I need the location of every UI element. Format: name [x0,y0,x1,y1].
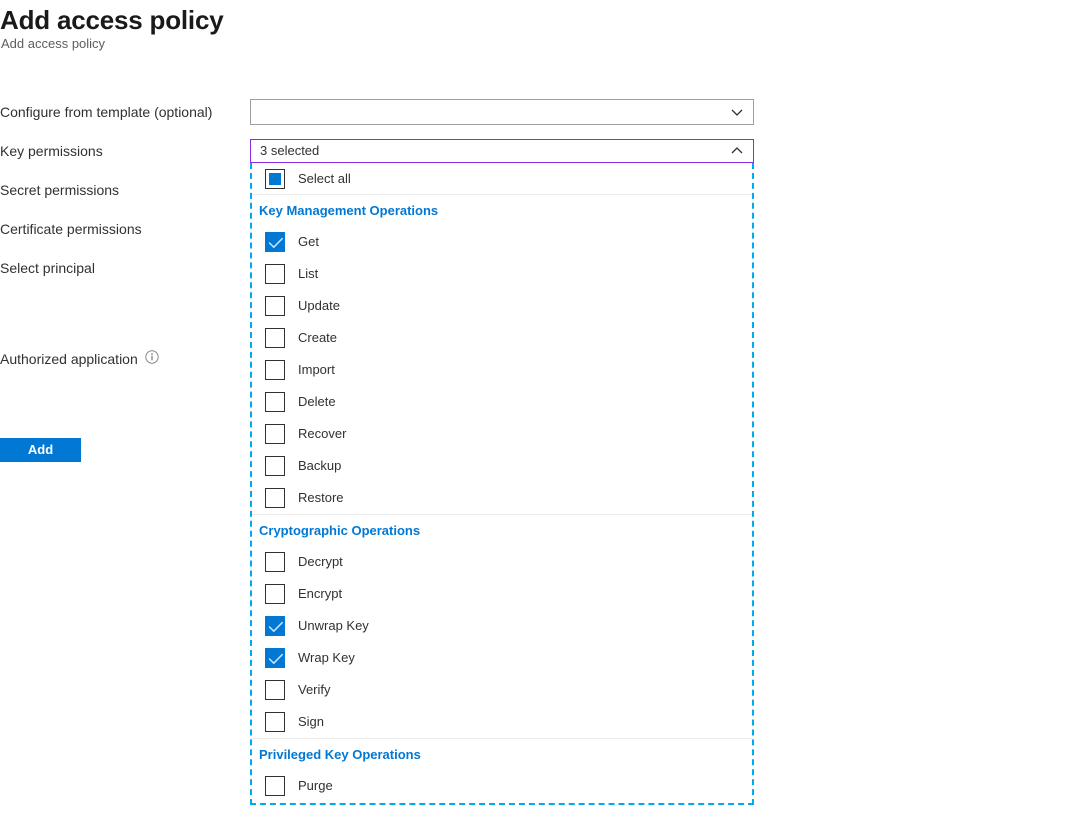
option-row[interactable]: Encrypt [252,578,752,610]
label-select-principal: Select principal [0,258,95,278]
option-label: Purge [298,778,333,794]
page-subtitle: Add access policy [1,36,105,52]
option-row[interactable]: Verify [252,674,752,706]
checkbox-checked-icon[interactable] [265,648,285,668]
option-label: Recover [298,426,346,442]
add-button[interactable]: Add [0,438,81,462]
option-label: Sign [298,714,324,730]
option-row[interactable]: Import [252,354,752,386]
option-row[interactable]: Update [252,290,752,322]
option-label: Decrypt [298,554,343,570]
checkbox-unchecked-icon[interactable] [265,488,285,508]
option-row[interactable]: Backup [252,450,752,482]
checkbox-unchecked-icon[interactable] [265,328,285,348]
option-row[interactable]: Decrypt [252,546,752,578]
option-row[interactable]: Recover [252,418,752,450]
label-secret-permissions: Secret permissions [0,180,119,200]
page-title: Add access policy [0,4,223,36]
option-row[interactable]: Unwrap Key [252,610,752,642]
key-permissions-combobox[interactable]: 3 selected [250,139,754,163]
checkbox-unchecked-icon[interactable] [265,264,285,284]
key-permissions-value: 3 selected [260,140,319,162]
section-header: Key Management Operations [252,194,752,226]
section-header: Privileged Key Operations [252,738,752,770]
option-select-all[interactable]: Select all [252,163,752,194]
label-authorized-application: Authorized application [0,349,159,369]
option-label: Update [298,298,340,314]
option-label: Unwrap Key [298,618,369,634]
option-label: Wrap Key [298,650,355,666]
configure-from-template-combobox[interactable] [250,99,754,125]
label-authorized-application-text: Authorized application [0,351,138,367]
option-select-all-label: Select all [298,171,351,187]
option-row[interactable]: Sign [252,706,752,738]
option-label: Encrypt [298,586,342,602]
option-label: List [298,266,318,282]
checkbox-unchecked-icon[interactable] [265,680,285,700]
option-row[interactable]: Delete [252,386,752,418]
chevron-down-icon [730,105,744,119]
label-key-permissions: Key permissions [0,141,103,161]
option-label: Create [298,330,337,346]
chevron-up-icon [730,144,744,158]
checkbox-unchecked-icon[interactable] [265,360,285,380]
checkbox-unchecked-icon[interactable] [265,392,285,412]
key-permissions-dropdown-panel: Select all Key Management Operations Get L… [250,163,754,805]
info-icon[interactable] [145,349,159,369]
checkbox-unchecked-icon[interactable] [265,424,285,444]
checkbox-unchecked-icon[interactable] [265,712,285,732]
checkbox-indeterminate-icon[interactable] [265,169,285,189]
checkbox-unchecked-icon[interactable] [265,552,285,572]
checkbox-checked-icon[interactable] [265,232,285,252]
option-label: Delete [298,394,336,410]
option-label: Restore [298,490,344,506]
section-header: Cryptographic Operations [252,514,752,546]
option-label: Verify [298,682,331,698]
option-row[interactable]: List [252,258,752,290]
checkbox-unchecked-icon[interactable] [265,456,285,476]
checkbox-checked-icon[interactable] [265,616,285,636]
checkbox-unchecked-icon[interactable] [265,776,285,796]
option-row[interactable]: Wrap Key [252,642,752,674]
option-row[interactable]: Restore [252,482,752,514]
add-access-policy-page: Add access policy Add access policy Conf… [0,0,1088,830]
label-configure-from-template: Configure from template (optional) [0,102,212,122]
checkbox-unchecked-icon[interactable] [265,584,285,604]
option-label: Import [298,362,335,378]
option-row[interactable]: Purge [252,770,752,802]
option-row[interactable]: Create [252,322,752,354]
label-certificate-permissions: Certificate permissions [0,219,142,239]
checkbox-unchecked-icon[interactable] [265,296,285,316]
option-label: Get [298,234,319,250]
option-row[interactable]: Get [252,226,752,258]
dropdown-options-list: Select all Key Management Operations Get L… [252,163,752,803]
option-label: Backup [298,458,341,474]
